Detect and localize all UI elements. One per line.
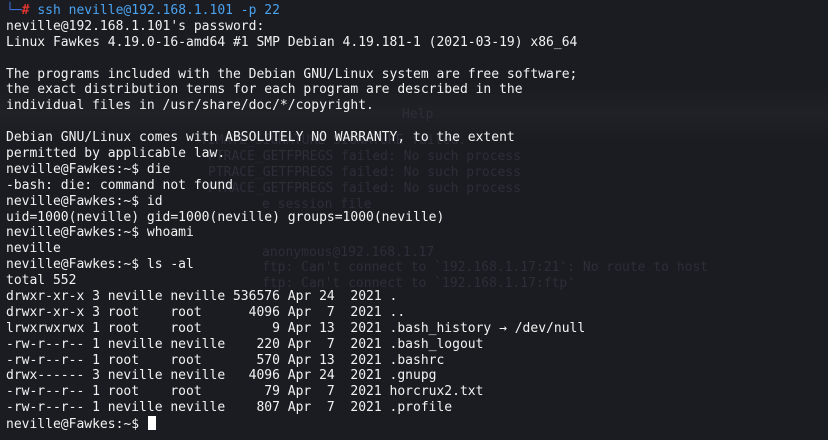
output-line: Linux Fawkes 4.19.0-16-amd64 #1 SMP Debi… xyxy=(6,34,578,50)
ssh-command: ssh xyxy=(37,3,61,18)
directory-listing-row: -rw-r--r-- 1 root root 79 Apr 7 2021 hor… xyxy=(6,384,484,400)
shell-prompt: neville@Fawkes:~$ xyxy=(6,417,147,433)
output-line: Debian GNU/Linux comes with ABSOLUTELY N… xyxy=(6,130,515,146)
directory-listing-row: lrwxrwxrwx 1 root root 9 Apr 13 2021 .ba… xyxy=(6,320,586,336)
shell-command-line: neville@Fawkes:~$ whoami xyxy=(6,225,194,241)
shell-command-line: neville@Fawkes:~$ ls -al xyxy=(6,257,194,273)
ssh-command-line: └─# ssh neville@192.168.1.101 -p 22 xyxy=(6,3,828,19)
output-line: individual files in /usr/share/doc/*/cop… xyxy=(6,98,374,114)
directory-listing-row: -rw-r--r-- 1 root root 570 Apr 13 2021 .… xyxy=(6,352,445,368)
terminal-output[interactable]: └─# ssh neville@192.168.1.101 -p 22 nevi… xyxy=(6,3,828,432)
output-line: neville xyxy=(6,241,61,257)
output-line: -bash: die: command not found xyxy=(6,177,233,193)
directory-listing-row: drwxr-xr-x 3 neville neville 536576 Apr … xyxy=(6,289,398,305)
output-line: total 552 xyxy=(6,273,77,289)
output-line: The programs included with the Debian GN… xyxy=(6,66,578,82)
directory-listing-row: -rw-r--r-- 1 neville neville 807 Apr 7 2… xyxy=(6,400,453,416)
directory-listing-row: drwx------ 3 neville neville 4096 Apr 24… xyxy=(6,368,437,384)
prompt-corner-glyph: └─ xyxy=(6,3,22,18)
directory-listing-row: -rw-r--r-- 1 neville neville 220 Apr 7 2… xyxy=(6,336,484,352)
ssh-command-args: neville@192.168.1.101 -p 22 xyxy=(60,3,280,18)
output-line: neville@192.168.1.101's password: xyxy=(6,18,265,34)
shell-command-line: neville@Fawkes:~$ die xyxy=(6,161,171,177)
text-cursor[interactable] xyxy=(147,416,156,431)
directory-listing-row: drwxr-xr-x 3 root root 4096 Apr 7 2021 .… xyxy=(6,304,406,320)
terminal-window[interactable]: Help TIMATE_SIGNATURE SIGNATURE failed. … xyxy=(0,0,828,440)
active-prompt-line[interactable]: neville@Fawkes:~$ xyxy=(6,416,828,432)
shell-command-line: neville@Fawkes:~$ id xyxy=(6,193,163,209)
output-line: the exact distribution terms for each pr… xyxy=(6,82,523,98)
output-line: uid=1000(neville) gid=1000(neville) grou… xyxy=(6,209,445,225)
output-line: permitted by applicable law. xyxy=(6,146,226,162)
